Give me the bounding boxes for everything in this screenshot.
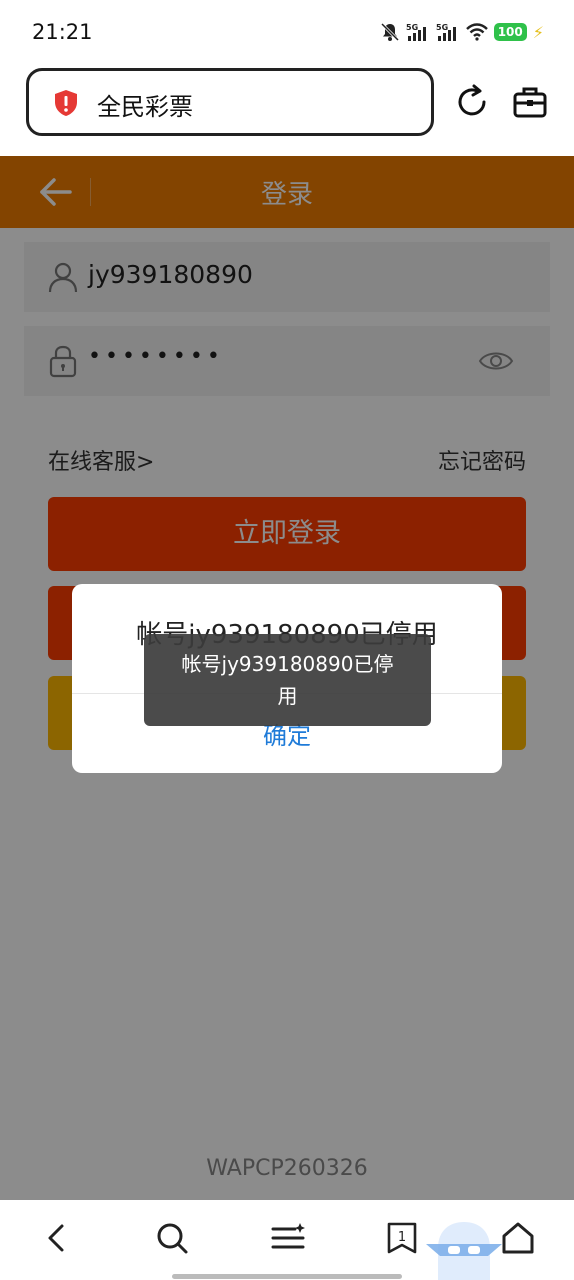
address-text[interactable]: 全民彩票	[97, 87, 193, 122]
tab-count: 1	[398, 1230, 406, 1245]
wifi-icon	[465, 23, 488, 41]
signal-5g-label-2: 5G	[436, 23, 448, 32]
search-icon[interactable]	[154, 1220, 190, 1256]
address-bar[interactable]: 全民彩票	[26, 68, 434, 136]
refresh-icon[interactable]	[454, 84, 490, 120]
signal-5g-icon-2: 5G	[436, 23, 456, 41]
signal-5g-icon: 5G	[406, 23, 426, 41]
status-time: 21:21	[32, 20, 93, 44]
browser-toolbar: 全民彩票	[0, 62, 574, 156]
menu-icon[interactable]	[270, 1220, 306, 1256]
security-warning-icon[interactable]	[53, 89, 79, 117]
home-icon[interactable]	[500, 1220, 536, 1256]
mute-bell-icon	[380, 22, 399, 42]
nav-back-icon[interactable]	[40, 1220, 76, 1256]
status-bar: 21:21 5G 5G 100 ⚡	[0, 0, 574, 62]
tabs-icon[interactable]: 1	[384, 1220, 420, 1256]
signal-5g-label: 5G	[406, 23, 418, 32]
status-icons: 5G 5G 100 ⚡	[380, 22, 544, 42]
assistant-mascot-icon[interactable]	[426, 1218, 502, 1280]
toast-message: 帐号jy939180890已停用	[144, 634, 431, 726]
battery-indicator: 100	[493, 23, 527, 41]
charging-icon: ⚡	[532, 22, 544, 42]
home-indicator[interactable]	[172, 1274, 402, 1279]
toolbox-icon[interactable]	[512, 84, 548, 120]
